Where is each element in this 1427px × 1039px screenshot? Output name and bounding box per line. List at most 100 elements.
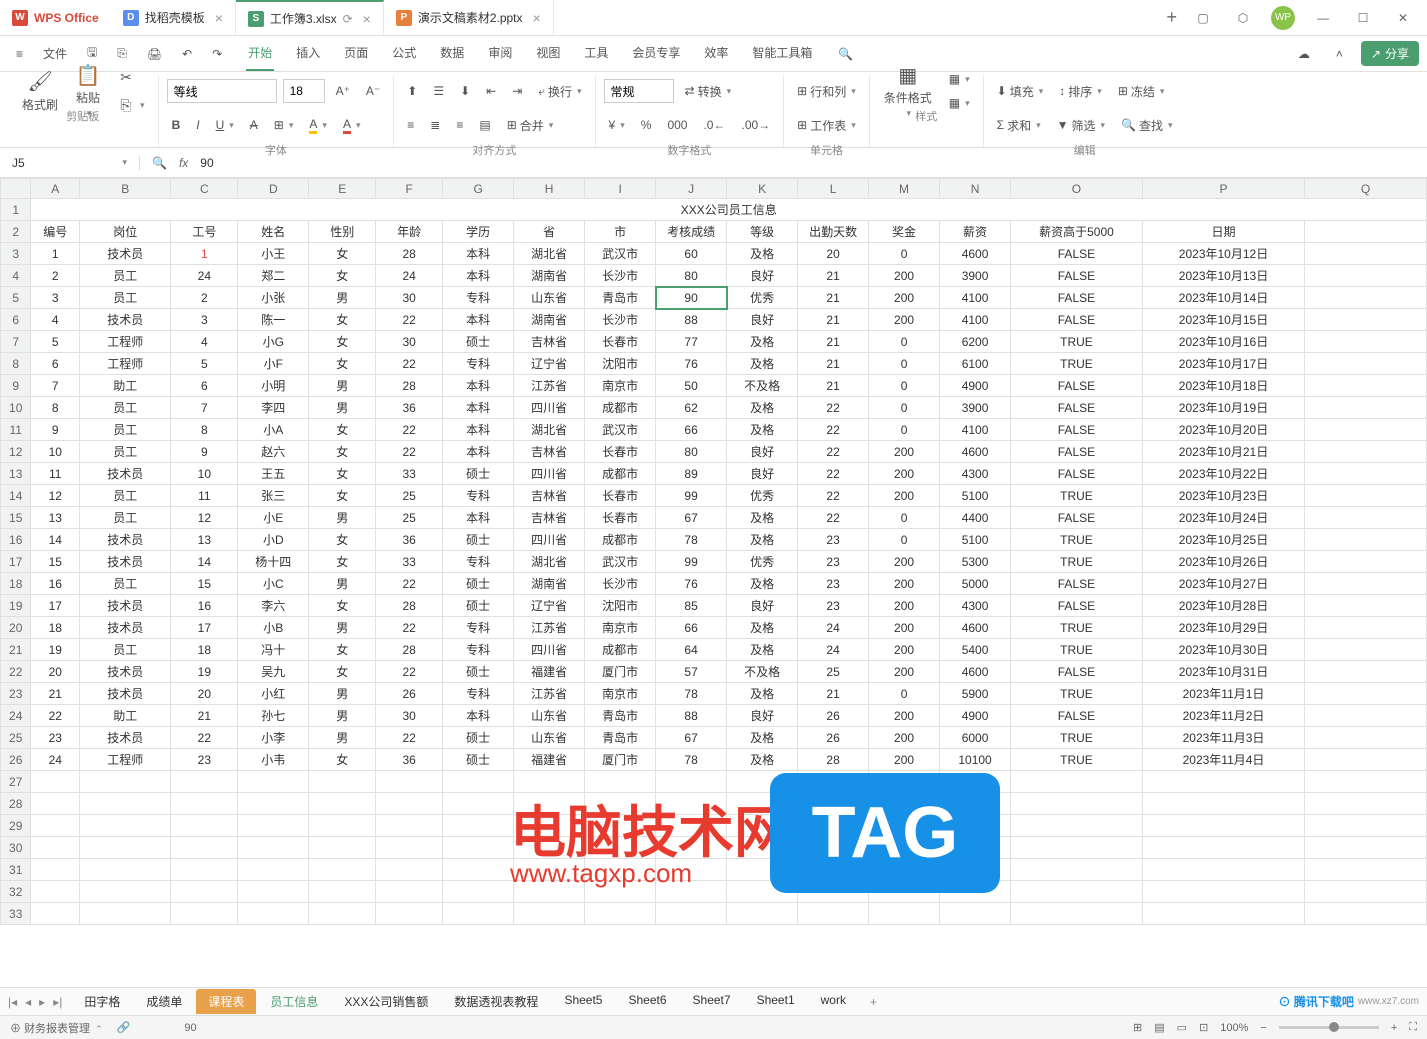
find-button[interactable]: 🔍 查找▾ bbox=[1116, 114, 1178, 137]
cell[interactable]: 及格 bbox=[727, 419, 798, 441]
row-header[interactable]: 14 bbox=[1, 485, 31, 507]
cell[interactable]: TRUE bbox=[1011, 529, 1143, 551]
view-reading-icon[interactable]: ▭ bbox=[1177, 1021, 1187, 1034]
cell[interactable]: 0 bbox=[869, 375, 940, 397]
cell[interactable]: FALSE bbox=[1011, 463, 1143, 485]
file-menu[interactable]: 文件 bbox=[35, 39, 75, 68]
ribbon-tab[interactable]: 视图 bbox=[534, 36, 562, 71]
cell[interactable]: 2023年10月24日 bbox=[1142, 507, 1304, 529]
cell[interactable]: 22 bbox=[376, 617, 443, 639]
cell[interactable]: 2023年11月1日 bbox=[1142, 683, 1304, 705]
add-sheet-button[interactable]: + bbox=[860, 995, 887, 1009]
cell[interactable]: 2023年10月17日 bbox=[1142, 353, 1304, 375]
cell[interactable]: 四川省 bbox=[514, 639, 585, 661]
cell[interactable]: 厦门市 bbox=[585, 749, 656, 771]
redo-icon[interactable]: ↷ bbox=[204, 41, 230, 67]
cell[interactable]: 4300 bbox=[940, 463, 1011, 485]
cell[interactable] bbox=[309, 859, 376, 881]
cell[interactable]: 80 bbox=[656, 265, 727, 287]
cell[interactable]: 山东省 bbox=[514, 727, 585, 749]
cell[interactable]: FALSE bbox=[1011, 375, 1143, 397]
user-avatar[interactable]: WP bbox=[1271, 6, 1295, 30]
cell[interactable]: 22 bbox=[376, 309, 443, 331]
cell[interactable]: 江苏省 bbox=[514, 375, 585, 397]
col-header[interactable]: N bbox=[940, 179, 1011, 199]
ribbon-tab[interactable]: 开始 bbox=[246, 36, 274, 71]
cell[interactable]: 28 bbox=[376, 243, 443, 265]
cell[interactable]: 技术员 bbox=[80, 683, 171, 705]
cell[interactable]: 200 bbox=[869, 639, 940, 661]
hamburger-icon[interactable]: ≡ bbox=[8, 41, 31, 67]
cell[interactable]: 30 bbox=[376, 705, 443, 727]
align-center-button[interactable]: ≣ bbox=[425, 115, 445, 135]
cell[interactable]: 本科 bbox=[443, 705, 514, 727]
zoom-in-button[interactable]: + bbox=[1391, 1022, 1397, 1034]
cell[interactable]: 99 bbox=[656, 485, 727, 507]
sheet-tab[interactable]: Sheet1 bbox=[745, 989, 807, 1014]
cell[interactable]: 及格 bbox=[727, 727, 798, 749]
new-tab-button[interactable]: + bbox=[1152, 7, 1191, 28]
cell[interactable]: 80 bbox=[656, 441, 727, 463]
ribbon-tab[interactable]: 公式 bbox=[390, 36, 418, 71]
cell[interactable]: 200 bbox=[869, 705, 940, 727]
cell[interactable] bbox=[1305, 463, 1427, 485]
cell[interactable]: 良好 bbox=[727, 309, 798, 331]
cell[interactable]: TRUE bbox=[1011, 617, 1143, 639]
col-header[interactable]: L bbox=[798, 179, 869, 199]
row-header[interactable]: 28 bbox=[1, 793, 31, 815]
cell[interactable] bbox=[869, 771, 940, 793]
row-header[interactable]: 30 bbox=[1, 837, 31, 859]
cell[interactable]: 技术员 bbox=[80, 529, 171, 551]
cell[interactable] bbox=[376, 837, 443, 859]
cell[interactable]: 21 bbox=[31, 683, 80, 705]
cell[interactable]: 厦门市 bbox=[585, 661, 656, 683]
sort-button[interactable]: ↕ 排序▾ bbox=[1054, 80, 1107, 103]
cell[interactable]: 21 bbox=[171, 705, 238, 727]
cell[interactable] bbox=[1142, 903, 1304, 925]
cell[interactable]: 女 bbox=[309, 463, 376, 485]
cell[interactable]: 专科 bbox=[443, 617, 514, 639]
row-header[interactable]: 4 bbox=[1, 265, 31, 287]
header-cell[interactable]: 奖金 bbox=[869, 221, 940, 243]
cell[interactable]: 10100 bbox=[940, 749, 1011, 771]
cell[interactable]: 员工 bbox=[80, 639, 171, 661]
cell[interactable] bbox=[1305, 793, 1427, 815]
cell[interactable]: 员工 bbox=[80, 485, 171, 507]
cell[interactable]: 赵六 bbox=[238, 441, 309, 463]
cell[interactable]: 23 bbox=[31, 727, 80, 749]
cell[interactable]: 山东省 bbox=[514, 705, 585, 727]
cell[interactable]: 小B bbox=[238, 617, 309, 639]
cell[interactable]: 员工 bbox=[80, 265, 171, 287]
cell[interactable]: 36 bbox=[376, 397, 443, 419]
cell[interactable]: 12 bbox=[31, 485, 80, 507]
cell[interactable]: 88 bbox=[656, 309, 727, 331]
cell[interactable]: 技术员 bbox=[80, 727, 171, 749]
cell[interactable]: 5300 bbox=[940, 551, 1011, 573]
cell[interactable]: 四川省 bbox=[514, 397, 585, 419]
cell[interactable]: 22 bbox=[798, 463, 869, 485]
cell[interactable]: 0 bbox=[869, 529, 940, 551]
cell[interactable]: 技术员 bbox=[80, 309, 171, 331]
cell[interactable]: TRUE bbox=[1011, 485, 1143, 507]
zoom-out-button[interactable]: − bbox=[1260, 1022, 1266, 1034]
cell[interactable]: 及格 bbox=[727, 683, 798, 705]
cell[interactable]: 4900 bbox=[940, 705, 1011, 727]
cell[interactable] bbox=[1305, 881, 1427, 903]
cell[interactable]: 17 bbox=[31, 595, 80, 617]
cell[interactable] bbox=[727, 859, 798, 881]
cell[interactable]: 2023年10月23日 bbox=[1142, 485, 1304, 507]
cell[interactable]: 16 bbox=[171, 595, 238, 617]
cell[interactable]: 男 bbox=[309, 727, 376, 749]
bold-button[interactable]: B bbox=[167, 115, 186, 135]
cell[interactable]: 16 bbox=[31, 573, 80, 595]
cell[interactable] bbox=[443, 837, 514, 859]
cell[interactable]: 4 bbox=[171, 331, 238, 353]
cell[interactable]: 21 bbox=[798, 265, 869, 287]
cell[interactable]: 男 bbox=[309, 375, 376, 397]
cell[interactable]: 0 bbox=[869, 397, 940, 419]
cell[interactable] bbox=[1305, 441, 1427, 463]
cell[interactable] bbox=[309, 837, 376, 859]
cell[interactable]: 小李 bbox=[238, 727, 309, 749]
align-right-button[interactable]: ≡ bbox=[451, 115, 468, 135]
cell[interactable]: 22 bbox=[376, 353, 443, 375]
